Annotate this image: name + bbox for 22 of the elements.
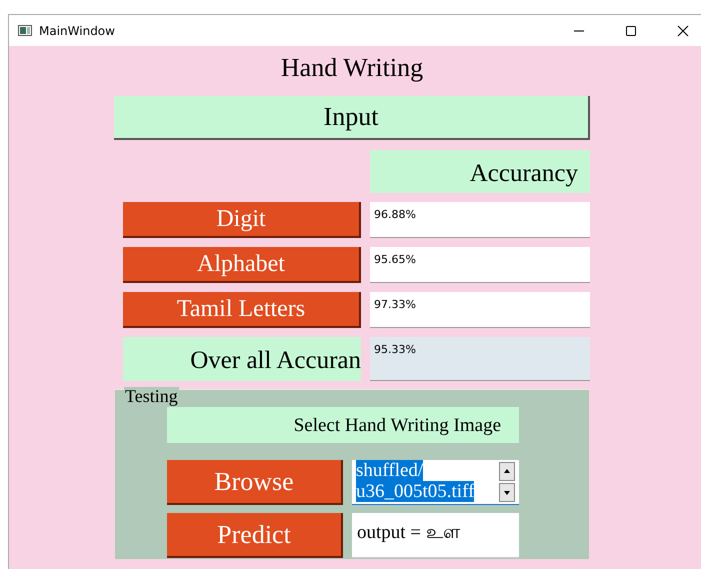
model-button[interactable]: Digit <box>123 202 361 238</box>
browse-button[interactable]: Browse <box>167 460 343 505</box>
output-field[interactable]: output = உள <box>352 513 519 558</box>
overall-accuracy-label: Over all Accuran <box>123 337 361 381</box>
app-heading: Hand Writing <box>280 52 424 84</box>
scroll-down-icon[interactable] <box>499 483 515 502</box>
accuracy-field[interactable]: 96.88% <box>370 202 590 238</box>
close-icon[interactable] <box>675 22 691 38</box>
accuracy-field[interactable]: 97.33% <box>370 292 590 328</box>
overall-accuracy-field[interactable]: 95.33% <box>370 337 590 381</box>
accuracy-header: Accurancy <box>370 150 590 193</box>
group-title: Testing <box>124 387 179 405</box>
select-image-label: Select Hand Writing Image <box>167 407 519 443</box>
model-button[interactable]: Tamil Letters <box>123 292 361 328</box>
window-title: MainWindow <box>39 24 116 38</box>
input-button[interactable]: Input <box>114 96 590 140</box>
model-button[interactable]: Alphabet <box>123 247 361 283</box>
file-path-field[interactable]: shuffled/ u36_005t05.tiff <box>352 460 519 505</box>
app-icon <box>18 25 32 36</box>
accuracy-field[interactable]: 95.65% <box>370 247 590 283</box>
scroll-up-icon[interactable] <box>499 462 515 481</box>
predict-button[interactable]: Predict <box>167 513 343 558</box>
